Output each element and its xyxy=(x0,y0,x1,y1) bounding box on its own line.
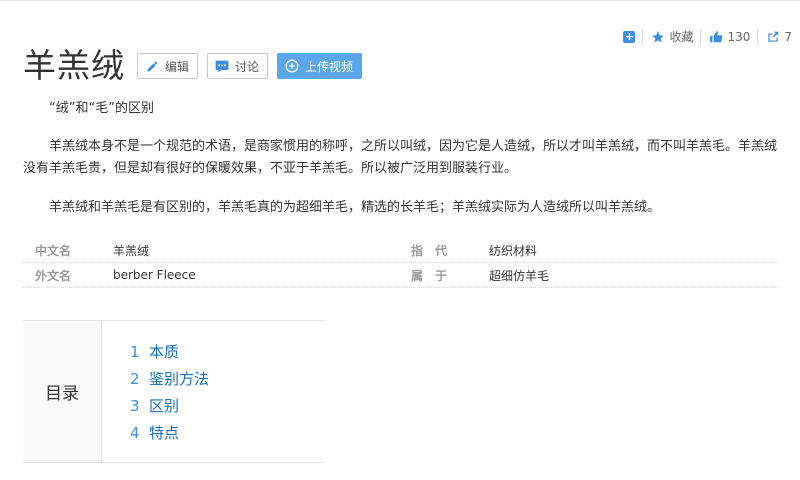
divider xyxy=(757,28,759,45)
info-value: berber Fleece xyxy=(113,268,196,282)
share-count: 7 xyxy=(784,29,792,44)
divider xyxy=(642,28,644,45)
basic-info-table: 中文名 羊羔绒 指代 纺织材料 外文名 berber Fleece 属于 超细仿… xyxy=(23,238,778,288)
edit-button[interactable]: 编辑 xyxy=(137,53,199,79)
toc-item-label: 鉴别方法 xyxy=(149,370,210,388)
info-row: 外文名 berber Fleece 属于 超细仿羊毛 xyxy=(23,263,778,288)
toc-item-label: 本质 xyxy=(149,343,180,361)
upload-video-label: 上传视频 xyxy=(305,59,354,74)
info-value: 纺织材料 xyxy=(489,243,538,258)
toc-item-number: 1 xyxy=(130,342,140,361)
info-value: 羊羔绒 xyxy=(113,243,150,258)
info-key: 属于 xyxy=(411,268,460,283)
divider xyxy=(700,28,702,45)
info-key: 外文名 xyxy=(35,268,72,283)
lemma-actions: + 收藏 130 7 xyxy=(623,28,792,45)
info-key: 中文名 xyxy=(35,243,72,258)
plus-circle-icon xyxy=(285,59,299,73)
page-title: 羊羔绒 xyxy=(23,46,125,85)
toc-item-label: 特点 xyxy=(149,424,180,442)
star-icon xyxy=(650,29,665,44)
summary-heading: “绒”和“毛”的区别 xyxy=(49,101,154,116)
toc-item[interactable]: 2 鉴别方法 xyxy=(130,365,325,392)
top-divider xyxy=(0,0,800,1)
summary-paragraph: 羊羔绒本身不是一个规范的术语，是商家惯用的称呼，之所以叫绒，因为它是人造绒，所以… xyxy=(23,139,778,176)
favorite-button[interactable]: 收藏 xyxy=(650,28,693,45)
info-key: 指代 xyxy=(411,243,460,258)
like-button[interactable]: 130 xyxy=(708,29,750,44)
toc-item-label: 区别 xyxy=(149,397,180,415)
share-button[interactable]: 7 xyxy=(765,29,792,44)
title-row: 羊羔绒 编辑 讨论 上传视频 xyxy=(23,44,371,88)
discuss-label: 讨论 xyxy=(235,59,260,74)
add-button[interactable]: + xyxy=(623,29,636,43)
toc-item[interactable]: 1 本质 xyxy=(130,338,325,365)
discuss-button[interactable]: 讨论 xyxy=(207,53,269,79)
toc-item[interactable]: 4 特点 xyxy=(130,419,325,446)
comment-icon xyxy=(215,59,229,73)
thumbs-up-icon xyxy=(708,29,723,44)
toc-item-number: 2 xyxy=(130,369,140,388)
toc-item-number: 4 xyxy=(130,423,140,442)
like-count: 130 xyxy=(727,29,751,44)
edit-label: 编辑 xyxy=(165,59,190,74)
toc-title: 目录 xyxy=(23,321,102,462)
summary-paragraph: 羊羔绒和羊羔毛是有区别的，羊羔毛真的为超细羊毛，精选的长羊毛；羊羔绒实际为人造绒… xyxy=(49,200,661,215)
share-icon xyxy=(765,29,780,44)
favorite-label: 收藏 xyxy=(669,30,694,44)
toc-item-number: 3 xyxy=(130,396,140,415)
toc-list: 1 本质 2 鉴别方法 3 区别 4 特点 xyxy=(102,321,325,462)
toc-item[interactable]: 3 区别 xyxy=(130,392,325,419)
plus-square-icon: + xyxy=(623,29,636,43)
info-row: 中文名 羊羔绒 指代 纺织材料 xyxy=(23,238,778,263)
info-value: 超细仿羊毛 xyxy=(489,268,550,283)
upload-video-button[interactable]: 上传视频 xyxy=(277,53,363,79)
pencil-icon xyxy=(145,59,159,73)
table-of-contents: 目录 1 本质 2 鉴别方法 3 区别 4 特点 xyxy=(23,320,325,463)
